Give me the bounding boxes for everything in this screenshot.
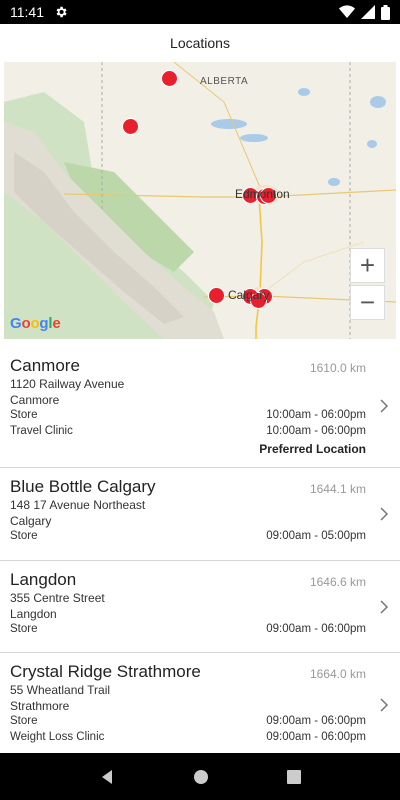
service-hours: 09:00am - 06:00pm xyxy=(266,730,366,743)
location-address: 148 17 Avenue Northeast xyxy=(10,498,146,512)
list-item[interactable]: Langdon 1646.6 km 355 Centre Street Lang… xyxy=(0,561,400,653)
map-label-city-2: Calgary xyxy=(228,288,270,302)
service-hours: 09:00am - 06:00pm xyxy=(266,623,366,635)
service-name: Weight Loss Clinic xyxy=(10,730,105,743)
service-row: Store 09:00am - 06:00pm xyxy=(10,622,366,638)
map-marker[interactable] xyxy=(161,70,178,87)
back-icon[interactable] xyxy=(99,769,115,785)
map-marker[interactable] xyxy=(122,118,139,135)
location-city: Langdon xyxy=(10,606,57,621)
google-logo: Google xyxy=(10,315,61,332)
wifi-icon xyxy=(339,5,355,18)
system-nav-bar xyxy=(0,753,400,800)
service-row: Travel Clinic 10:00am - 06:00pm xyxy=(10,424,366,440)
status-icons xyxy=(339,4,390,20)
map-terrain xyxy=(4,62,396,339)
service-row: Store 10:00am - 06:00pm xyxy=(10,408,366,424)
location-distance: 1646.6 km xyxy=(309,575,366,589)
location-city: Canmore xyxy=(10,392,60,407)
map-view[interactable]: ALBERTA Edmonton Calgary + − Google xyxy=(4,62,396,339)
zoom-in-button[interactable]: + xyxy=(350,248,385,283)
location-address: 55 Wheatland Trail xyxy=(10,683,111,697)
status-time: 11:41 xyxy=(10,4,44,20)
service-row: Store 09:00am - 05:00pm xyxy=(10,529,366,545)
chevron-right-icon xyxy=(380,600,389,614)
location-distance: 1610.0 km xyxy=(309,361,366,375)
service-hours: 09:00am - 05:00pm xyxy=(266,530,366,542)
service-name: Store xyxy=(10,623,38,635)
location-distance: 1664.0 km xyxy=(309,667,366,681)
map-label-city-1: Edmonton xyxy=(235,187,290,201)
service-hours: 10:00am - 06:00pm xyxy=(266,409,366,421)
location-list[interactable]: Canmore 1610.0 km 1120 Railway Avenue Ca… xyxy=(0,347,400,753)
list-item[interactable]: Canmore 1610.0 km 1120 Railway Avenue Ca… xyxy=(0,347,400,468)
service-name: Store xyxy=(10,530,38,542)
service-name: Store xyxy=(10,409,38,421)
location-address: 355 Centre Street xyxy=(10,591,105,605)
signal-icon xyxy=(361,5,375,19)
chevron-right-icon xyxy=(380,399,389,413)
service-hours: 09:00am - 06:00pm xyxy=(266,715,366,727)
service-hours: 10:00am - 06:00pm xyxy=(266,424,366,437)
home-icon[interactable] xyxy=(193,769,209,785)
zoom-out-button[interactable]: − xyxy=(350,285,385,320)
service-row: Weight Loss Clinic 09:00am - 06:00pm xyxy=(10,730,366,746)
location-city: Calgary xyxy=(10,513,52,528)
service-name: Travel Clinic xyxy=(10,424,73,437)
chevron-right-icon xyxy=(380,698,389,712)
list-item[interactable]: Blue Bottle Calgary 1644.1 km 148 17 Ave… xyxy=(0,468,400,561)
map-marker[interactable] xyxy=(208,287,225,304)
service-row: Store 09:00am - 06:00pm xyxy=(10,714,366,730)
service-name: Store xyxy=(10,715,38,727)
recents-icon[interactable] xyxy=(287,769,301,784)
location-distance: 1644.1 km xyxy=(309,482,366,496)
location-city: Strathmore xyxy=(10,698,70,713)
battery-icon xyxy=(381,4,390,20)
map-label-province: ALBERTA xyxy=(200,76,249,87)
app-bar: Locations xyxy=(0,24,400,62)
settings-gear-icon xyxy=(54,5,68,19)
page-title: Locations xyxy=(170,35,230,51)
location-address: 1120 Railway Avenue xyxy=(10,377,125,391)
status-bar: 11:41 xyxy=(0,0,400,24)
chevron-right-icon xyxy=(380,507,389,521)
list-item[interactable]: Crystal Ridge Strathmore 1664.0 km 55 Wh… xyxy=(0,653,400,753)
preferred-location-label: Preferred Location xyxy=(259,442,366,456)
